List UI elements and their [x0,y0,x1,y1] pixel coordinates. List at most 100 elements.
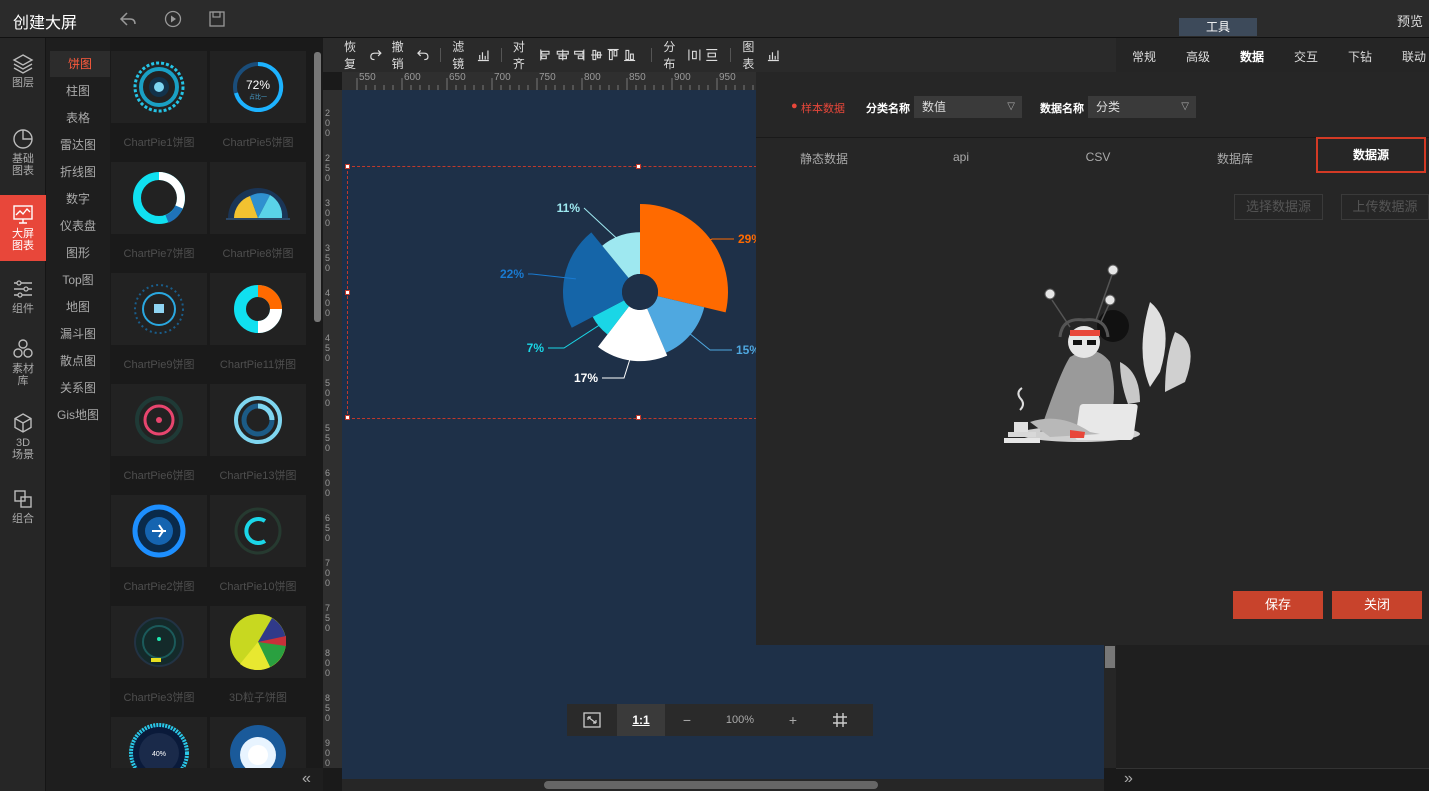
category-relation[interactable]: 关系图 [46,375,110,401]
pie5-thumbnail: 72%占比一 [233,61,284,112]
play-icon[interactable] [164,10,182,28]
canvas-hscroll-thumb[interactable] [544,781,878,789]
preview-button[interactable]: 预览 [1397,11,1423,30]
zoom-out-button[interactable]: − [665,704,709,736]
dialog-header: ● 样本数据 分类名称 数值 ▽ 数据名称 分类 ▽ [756,72,1429,138]
save-button[interactable]: 保存 [1233,591,1323,619]
back-icon[interactable] [119,10,137,28]
chart-card[interactable]: ChartPie8饼图 [210,162,308,269]
group-icon [14,490,32,508]
close-button[interactable]: 关闭 [1332,591,1422,619]
category-gauge[interactable]: 仪表盘 [46,213,110,239]
grid-toggle-button[interactable] [815,704,865,736]
nav-item-screen-charts[interactable]: 大屏 图表 [0,195,46,261]
pie9-thumbnail [134,284,184,334]
rose-pie-chart[interactable]: 29% 15% 17% 7% 22% 11% [480,190,756,400]
chart-button[interactable]: 图表 [739,38,783,72]
tab-interaction[interactable]: 交互 [1294,48,1318,65]
ruler-tick: 950 [719,72,736,83]
chart-card[interactable]: ChartPie2饼图 [111,495,209,602]
category-top[interactable]: Top图 [46,267,110,293]
category-table[interactable]: 表格 [46,105,110,131]
category-name-label: 分类名称 [866,103,910,115]
nav-item-group[interactable]: 组合 [0,488,46,530]
data-name-value: 分类 [1096,100,1121,114]
nav-item-materials[interactable]: 素材 库 [0,338,46,394]
align-icons [540,48,635,62]
chart-card-label: ChartPie6饼图 [123,470,195,482]
gallery-scrollbar[interactable] [314,52,321,322]
tab-advanced[interactable]: 高级 [1186,48,1210,65]
collapse-left-icon[interactable]: « [302,770,311,788]
chart-card[interactable]: ChartPie11饼图 [210,273,308,380]
tab-static-data[interactable]: 静态数据 [769,150,879,167]
actual-size-button[interactable]: 1:1 [617,704,665,736]
chart-card[interactable]: 3D粒子饼图 [210,606,308,713]
filter-button[interactable]: 滤镜 [449,38,493,72]
left-bottom-bar: « [46,768,323,791]
category-shape[interactable]: 图形 [46,240,110,266]
chart-card[interactable] [210,717,308,768]
chart-card[interactable]: ChartPie6饼图 [111,384,209,491]
tab-datasource[interactable]: 数据源 [1316,137,1426,173]
chart-card[interactable]: ChartPie9饼图 [111,273,209,380]
category-name-select[interactable]: 数值 ▽ [914,96,1022,118]
upload-datasource-button[interactable]: 上传数据源 [1341,194,1429,220]
canvas-vscroll-thumb[interactable] [1105,646,1115,668]
chart-card[interactable]: ChartPie10饼图 [210,495,308,602]
select-datasource-button[interactable]: 选择数据源 [1234,194,1323,220]
category-number[interactable]: 数字 [46,186,110,212]
fit-screen-button[interactable] [567,704,617,736]
category-radar[interactable]: 雷达图 [46,132,110,158]
pie5-sub: 占比一 [249,93,267,101]
ruler-tick: 200 [325,108,331,138]
nav-item-basic-charts[interactable]: 基础 图表 [0,128,46,180]
distribute-button[interactable]: 分布 [660,38,722,72]
category-funnel[interactable]: 漏斗图 [46,321,110,347]
tools-tab[interactable]: 工具 [1179,18,1257,36]
sample-data-label[interactable]: 样本数据 [801,100,845,116]
distribute-icons [688,48,718,62]
chart-card[interactable]: 40% [111,717,209,768]
redo-label: 恢复 [344,40,357,71]
fit-screen-icon [583,712,601,728]
tab-data[interactable]: 数据 [1240,48,1264,65]
chart-card[interactable]: ChartPie1饼图 [111,51,209,158]
data-name-select[interactable]: 分类 ▽ [1088,96,1196,118]
chart-card[interactable]: ChartPie13饼图 [210,384,308,491]
vertical-ruler: 200 250 300 350 400 450 500 550 600 650 … [323,90,342,768]
nav-item-3d-scene[interactable]: 3D 场景 [0,412,46,468]
chart-card[interactable]: 72% 占比一 ChartPie5饼图 [210,51,308,158]
chart-card-label: ChartPie13饼图 [219,470,297,482]
chart-card[interactable]: ChartPie7饼图 [111,162,209,269]
category-pie[interactable]: 饼图 [50,51,110,77]
filter-label: 滤镜 [452,40,465,71]
tab-general[interactable]: 常规 [1132,48,1156,65]
category-map[interactable]: 地图 [46,294,110,320]
pie-ring-thumbnail: 40% [129,723,189,768]
tab-drilldown[interactable]: 下钻 [1348,48,1372,65]
undo-button[interactable]: 撤销 [389,38,433,72]
category-gis-map[interactable]: Gis地图 [46,402,110,428]
nav-item-components[interactable]: 组件 [0,278,46,318]
chart-card[interactable]: ChartPie3饼图 [111,606,209,713]
category-bar[interactable]: 柱图 [46,78,110,104]
chart-card-label: 3D粒子饼图 [228,692,288,704]
tab-database[interactable]: 数据库 [1180,150,1290,167]
category-line[interactable]: 折线图 [46,159,110,185]
category-name-value: 数值 [922,100,947,114]
save-icon[interactable] [208,10,226,28]
ruler-tick: 450 [325,333,331,363]
tab-api[interactable]: api [906,150,1016,164]
tab-linkage[interactable]: 联动 [1402,48,1426,65]
nav-label-group: 组合 [12,513,34,525]
category-scatter[interactable]: 散点图 [46,348,110,374]
undo-label: 撤销 [391,40,404,71]
expand-right-icon[interactable]: » [1124,770,1133,788]
nav-item-layers[interactable]: 图层 [0,52,46,98]
tab-csv[interactable]: CSV [1043,150,1153,164]
redo-button[interactable]: 恢复 [341,38,385,72]
align-button[interactable]: 对齐 [510,38,644,72]
nav-label-3d-scene: 3D 场景 [12,437,34,461]
zoom-in-button[interactable]: + [771,704,815,736]
